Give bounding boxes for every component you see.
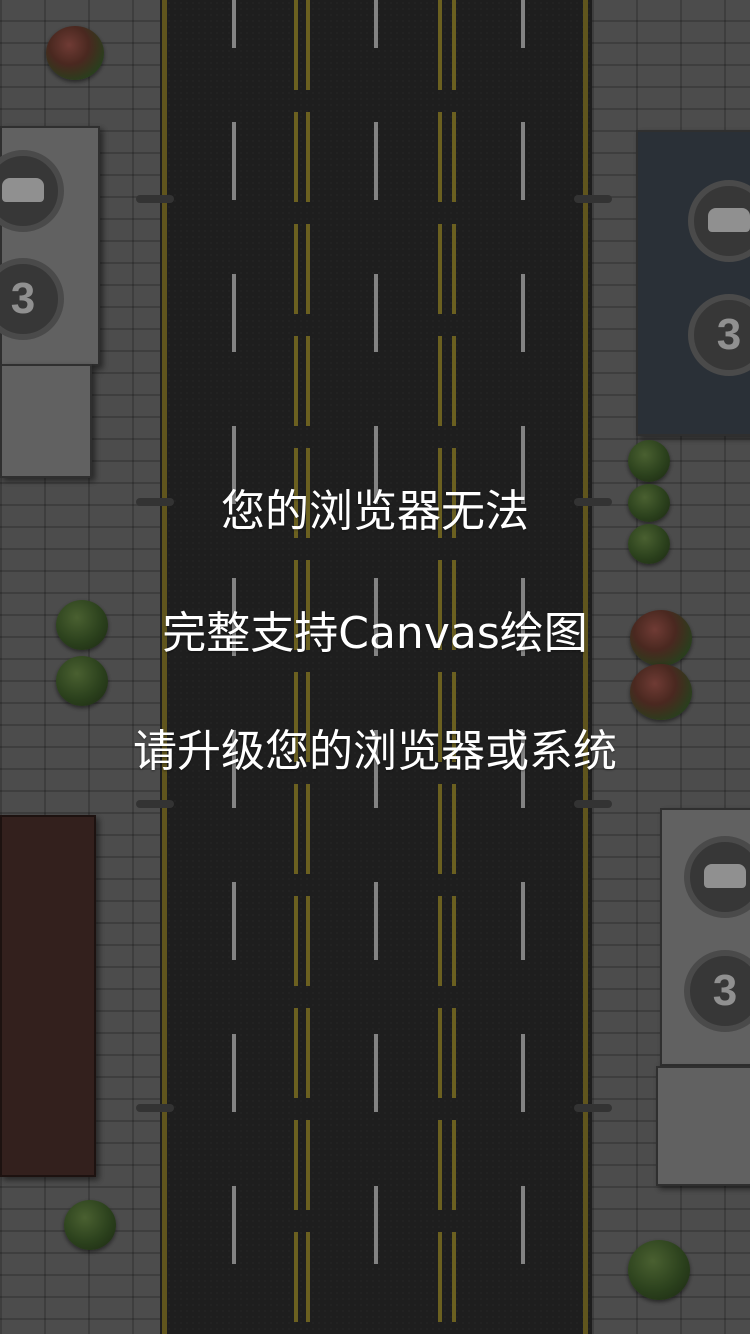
dim-overlay [0, 0, 750, 1334]
unsupported-message-line-1: 您的浏览器无法 [221, 486, 529, 537]
unsupported-message-line-3: 请升级您的浏览器或系统 [133, 726, 617, 777]
unsupported-message-line-2: 完整支持Canvas绘图 [162, 608, 588, 659]
